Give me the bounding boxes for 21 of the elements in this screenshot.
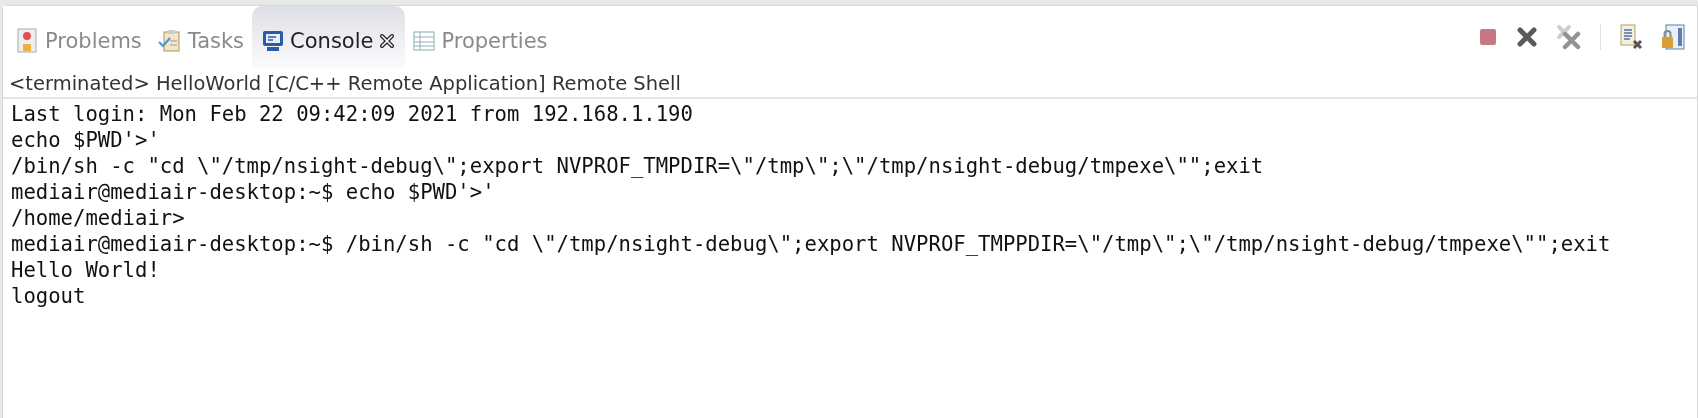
console-line: /bin/sh -c "cd \"/tmp/nsight-debug\";export NVPROF_TMPDIR=\"/tmp\";\"/tmp/nsight-debug/tmpexe\"";exit xyxy=(11,153,1265,179)
clear-document-icon[interactable] xyxy=(1619,24,1643,50)
clipboard-check-icon xyxy=(157,29,182,53)
table-icon xyxy=(413,30,436,52)
console-line: Last login: Mon Feb 22 09:42:09 2021 from 192.168.1.190 xyxy=(11,101,694,127)
console-line: echo $PWD'>' xyxy=(11,127,161,153)
scroll-lock-icon[interactable] xyxy=(1661,24,1685,50)
problems-icon xyxy=(17,28,39,54)
monitor-icon xyxy=(262,30,285,52)
console-line: mediair@mediair-desktop:~$ /bin/sh -c "cd \"/tmp/nsight-debug\";export NVPROF_TMPPDIR=\"/tmp\";\"/tmp/nsight-debug/tmpexe\"";exit xyxy=(11,231,1612,257)
console-title: <terminated> HelloWorld [C/C++ Remote Application] Remote Shell xyxy=(3,68,1697,99)
tab[interactable]: Problems xyxy=(9,6,150,68)
tab[interactable]: Tasks xyxy=(149,6,253,68)
console-line: mediair@mediair-desktop:~$ echo $PWD'>' xyxy=(11,179,496,205)
console-line: Hello World! xyxy=(11,257,161,283)
console-line: /home/mediair> xyxy=(11,205,186,231)
tab[interactable]: Properties xyxy=(405,6,556,68)
tab[interactable]: Console xyxy=(252,6,406,68)
console-line: logout xyxy=(11,283,87,309)
close-icon[interactable] xyxy=(1516,26,1538,48)
close-icon[interactable] xyxy=(379,33,396,49)
